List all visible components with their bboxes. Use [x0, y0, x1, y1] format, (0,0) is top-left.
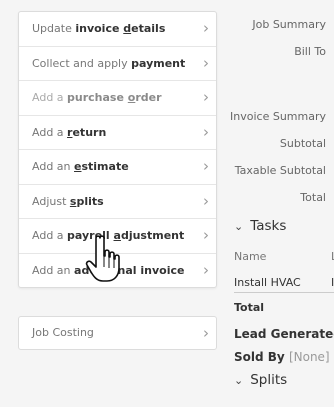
menu-item-bold: payment — [131, 56, 186, 70]
menu-item-prefix: Add a — [32, 125, 68, 139]
sold-by-row: Sold By [None] — [234, 350, 330, 364]
menu-item-prefix: Collect and apply — [32, 56, 132, 70]
chevron-right-icon: › — [203, 19, 209, 37]
menu-item-bold-rest: invoice — [140, 263, 185, 277]
chevron-right-icon: › — [203, 324, 209, 342]
menu-item-label: Job Costing — [32, 326, 94, 339]
menu-item-bold-rest: rder — [135, 91, 162, 104]
menu-item-prefix: Add a — [32, 91, 68, 104]
chevron-right-icon: › — [203, 260, 209, 279]
menu-item-prefix: Add an — [32, 263, 75, 277]
menu-item-bold-rest: eturn — [72, 125, 107, 139]
menu-item-prefix: Adjust — [32, 194, 70, 208]
menu-item-collect-payment[interactable]: Collect and apply payment › — [19, 47, 216, 81]
menu-item-bold: purchase — [67, 91, 128, 104]
menu-item-bold-rest: djustment — [120, 229, 185, 242]
job-summary-label: Job Summary — [252, 18, 326, 31]
menu-item-adjust-splits[interactable]: Adjust splits › — [19, 185, 216, 219]
chevron-down-icon: ⌄ — [234, 220, 244, 233]
splits-section-header[interactable]: ⌄ Splits — [234, 372, 287, 388]
sold-by-label: Sold By — [234, 350, 285, 364]
menu-item-bold-rest: etails — [131, 22, 166, 35]
taxable-subtotal-label: Taxable Subtotal — [234, 164, 326, 177]
menu-item-add-estimate[interactable]: Add an estimate › — [19, 150, 216, 185]
bill-to-label: Bill To — [294, 45, 326, 58]
menu-item-prefix: Update — [32, 22, 76, 35]
menu-item-add-return[interactable]: Add a return › — [19, 116, 216, 150]
tasks-name-header: Name — [234, 250, 267, 263]
menu-item-bold-rest: plits — [76, 194, 104, 208]
invoice-summary-panel: Job Summary Bill To Invoice Summary Subt… — [230, 0, 334, 407]
menu-item-bold: invoice — [75, 22, 124, 35]
total-label: Total — [300, 191, 326, 204]
tasks-divider — [234, 292, 334, 293]
menu-item-prefix: Add a — [32, 229, 68, 242]
invoice-summary-label: Invoice Summary — [230, 110, 326, 123]
splits-title: Splits — [250, 372, 288, 388]
chevron-right-icon: › — [203, 157, 209, 175]
chevron-right-icon: › — [203, 53, 209, 72]
subtotal-label: Subtotal — [279, 137, 326, 150]
menu-item-job-costing[interactable]: Job Costing › — [19, 317, 216, 349]
chevron-right-icon: › — [203, 191, 209, 210]
chevron-down-icon: ⌄ — [234, 374, 244, 387]
chevron-right-icon: › — [203, 226, 209, 244]
tasks-section-header[interactable]: ⌄ Tasks — [234, 218, 286, 234]
job-costing-menu: Job Costing › — [18, 316, 217, 350]
hand-pointer-icon — [85, 235, 120, 282]
menu-item-add-purchase-order[interactable]: Add a purchase order › — [19, 81, 216, 116]
menu-item-update-invoice-details[interactable]: Update invoice details › — [19, 12, 216, 47]
lead-generated-label: Lead Generated — [234, 327, 334, 341]
tasks-title: Tasks — [250, 218, 287, 234]
chevron-right-icon: › — [203, 88, 209, 106]
chevron-right-icon: › — [203, 122, 209, 141]
task-row-name[interactable]: Install HVAC — [234, 276, 301, 289]
sold-by-value[interactable]: [None] — [289, 350, 330, 364]
menu-item-accelerator: d — [123, 22, 132, 35]
menu-item-prefix: Add an — [32, 160, 75, 173]
menu-item-bold-rest: stimate — [81, 160, 129, 173]
tasks-total-label: Total — [234, 301, 265, 314]
